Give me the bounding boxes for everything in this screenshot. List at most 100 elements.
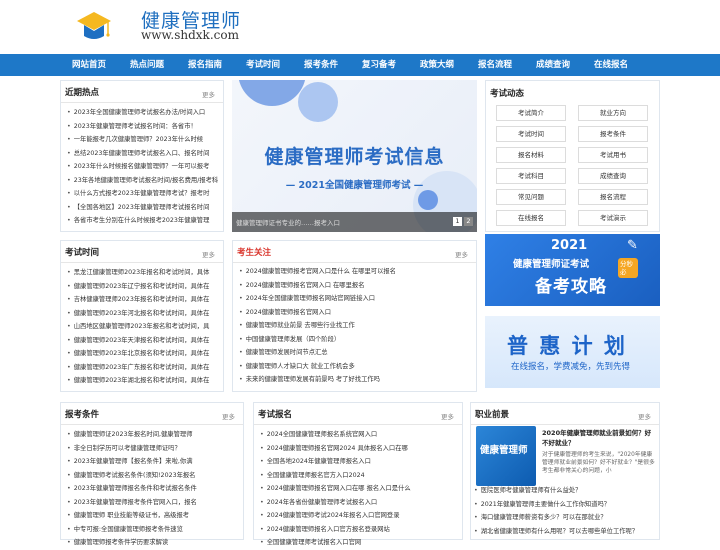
- list-item[interactable]: 健康管理师考试报名条件(须知!2023年报名: [67, 469, 239, 483]
- dynamics-button[interactable]: 考试简介: [496, 105, 566, 121]
- list-item[interactable]: 2023年健康管理师考试报名时间：各省市！: [67, 120, 219, 134]
- list-item[interactable]: 以什么方式报考2023年健康管理师考试？报考时: [67, 187, 219, 201]
- dynamics-button[interactable]: 就业方向: [578, 105, 648, 121]
- list-item[interactable]: 2024年各省份健康管理师考试报名入口: [260, 496, 458, 510]
- more-link[interactable]: 更多: [202, 89, 215, 99]
- list-item[interactable]: 健康管理师2023年辽宁报名和考试时间，具体在: [67, 280, 219, 294]
- list-item[interactable]: 健康管理师2023年天津报名和考试时间，具体在: [67, 334, 219, 348]
- list-item[interactable]: 23年各地健康管理师考试报名时间/报名费用/报考科: [67, 174, 219, 188]
- benefit-plan-promo[interactable]: 普 惠 计 划 在线报名，学费减免，先到先得: [485, 316, 660, 388]
- dynamics-button[interactable]: 考试演示: [578, 210, 648, 226]
- list-item[interactable]: 2024健康管理师考试2024年报名入口官网登录: [260, 509, 458, 523]
- dynamics-button[interactable]: 报名流程: [578, 189, 648, 205]
- list-item[interactable]: 海口健康管理师薪资有多少？可以在那就业？: [474, 511, 656, 525]
- promo-subtitle: 在线报名，学费减免，先到先得: [511, 362, 631, 372]
- conditions-panel: 报考条件 更多 健康管理师证2023年报名时间,健康管理师非全日制学历可以考健康…: [60, 402, 244, 546]
- list-item[interactable]: 未来的健康管理师发展有前景吗 考了好找工作吗: [239, 373, 472, 387]
- panel-header: 近期热点 更多: [61, 81, 223, 103]
- dynamics-button[interactable]: 报名材料: [496, 147, 566, 163]
- list-item[interactable]: 2024健康管理师报考官网入口是什么 在哪里可以报名: [239, 265, 472, 279]
- dynamics-button[interactable]: 考试时间: [496, 126, 566, 142]
- panel-header: 考试时间 更多: [61, 241, 223, 263]
- list-item[interactable]: 2024健康管理师报名官网入口 在哪里报名: [239, 279, 472, 293]
- dynamics-button[interactable]: 报考条件: [578, 126, 648, 142]
- list-item[interactable]: 全国各地2024年健康管理师报名入口: [260, 455, 458, 469]
- list-item[interactable]: 各省市考生分别在什么时候报考2023年健康管理: [67, 214, 219, 228]
- list-item[interactable]: 非全日制学历可以考健康管理师证吗？: [67, 442, 239, 456]
- career-feature-title[interactable]: 2020年健康管理师就业前景如何？好不好就业？: [542, 428, 656, 448]
- nav-link-3[interactable]: 报名指南: [188, 54, 222, 76]
- list-item[interactable]: 健康管理师 职业技能等级证书，高级报考: [67, 509, 239, 523]
- more-link[interactable]: 更多: [202, 249, 215, 259]
- feature-image-label: 健康管理师: [480, 445, 528, 456]
- nav-link-2[interactable]: 热点问题: [130, 54, 164, 76]
- list-item[interactable]: 健康管理师人才缺口大 就业工作机会多: [239, 360, 472, 374]
- nav-link-5[interactable]: 报考条件: [304, 54, 338, 76]
- list-item[interactable]: 全国健康管理师考试报名入口官网: [260, 536, 458, 550]
- list-item[interactable]: 中国健康管理师发展（四个阶段）: [239, 333, 472, 347]
- list-item[interactable]: 2023年健康管理师报考条件官网入口，报名: [67, 496, 239, 510]
- panel-header: 考试报名 更多: [254, 403, 462, 425]
- study-guide-promo[interactable]: 2021 健康管理师证考试 备考攻略 分秒必 ✎: [485, 234, 660, 306]
- nav-link-8[interactable]: 报名流程: [478, 54, 512, 76]
- list-item[interactable]: 健康管理师证2023年报名时间,健康管理师: [67, 428, 239, 442]
- list-item[interactable]: 2021年健康管理师主要做什么工作你知道吗？: [474, 498, 656, 512]
- career-feature-image[interactable]: 健康管理师: [476, 426, 536, 486]
- nav-link-10[interactable]: 在线报名: [594, 54, 628, 76]
- list-item[interactable]: 健康管理师2023年湖北报名和考试时间，具体在: [67, 374, 219, 388]
- list-item[interactable]: 2024健康管理师报名入口官方报名登录网站: [260, 523, 458, 537]
- list-item[interactable]: 2024健康管理师报名官网2024 具体报名入口在哪: [260, 442, 458, 456]
- list-item[interactable]: 山西地区健康管理师2023年报名和考试时间，具: [67, 320, 219, 334]
- list-item[interactable]: 健康管理师2023年北京报名和考试时间，具体在: [67, 347, 219, 361]
- nav-link-6[interactable]: 复习备考: [362, 54, 396, 76]
- more-link[interactable]: 更多: [441, 411, 454, 421]
- dynamics-button[interactable]: 考试科目: [496, 168, 566, 184]
- list-item[interactable]: 医院医师考健康管理师有什么益处？: [474, 484, 656, 498]
- graduation-cap-icon[interactable]: [76, 10, 112, 44]
- list-item[interactable]: 吉林健康管理师2023年报名和考试时间，具体在: [67, 293, 219, 307]
- list-item[interactable]: 健康管理师报考条件学历要求解读: [67, 536, 239, 550]
- registration-panel: 考试报名 更多 2024全国健康管理师报名系统官网入口2024健康管理师报名官网…: [253, 402, 463, 546]
- list-item[interactable]: 2023年什么时候报名健康管理师？一年可以报考: [67, 160, 219, 174]
- dynamics-button[interactable]: 成绩查询: [578, 168, 648, 184]
- list-item[interactable]: 2024全国健康管理师报名系统官网入口: [260, 428, 458, 442]
- nav-link-1[interactable]: 网站首页: [72, 54, 106, 76]
- list-item[interactable]: 总结2023年健康管理师考试报名入口、报名时间: [67, 147, 219, 161]
- nav-link-7[interactable]: 政策大纲: [420, 54, 454, 76]
- list-item[interactable]: 湖北省健康管理师有什么用呢？可以去哪些单位工作呢？: [474, 525, 656, 539]
- list-item[interactable]: 健康管理师发展时间节点汇总: [239, 346, 472, 360]
- banner-caption[interactable]: 健康管理师证书专业的……报考入口: [236, 217, 340, 227]
- list-item[interactable]: 2024健康管理师报名官网入口: [239, 306, 472, 320]
- dynamics-button[interactable]: 考试用书: [578, 147, 648, 163]
- site-header: 健康管理师 www.shdxk.com: [0, 0, 720, 54]
- dynamics-button[interactable]: 常见问题: [496, 189, 566, 205]
- list-item[interactable]: 2024健康管理师报名官网入口在哪 报名入口是什么: [260, 482, 458, 496]
- slide-dot-2[interactable]: 2: [464, 217, 473, 226]
- list-item[interactable]: 健康管理师2023年广东报名和考试时间，具体在: [67, 361, 219, 375]
- more-link[interactable]: 更多: [455, 249, 468, 259]
- list-item[interactable]: 2023年健康管理师报名条件和考试报名条件: [67, 482, 239, 496]
- list-item[interactable]: 黑龙江健康管理师2023年报名和考试时间，具体: [67, 266, 219, 280]
- dynamics-button[interactable]: 在线报名: [496, 210, 566, 226]
- panel-title: 考试动态: [490, 89, 525, 99]
- list-item[interactable]: 中专可报:全国健康管理师报考条件速览: [67, 523, 239, 537]
- list-item[interactable]: 一年能报考几次健康管理师？2023年什么时候: [67, 133, 219, 147]
- slide-dot-1[interactable]: 1: [453, 217, 462, 226]
- list-item[interactable]: 2023年健康管理师【报名条件】来啦,你满: [67, 455, 239, 469]
- panel-title: 近期热点: [65, 88, 100, 98]
- list-item[interactable]: 健康管理师就业前景 去哪些行业找工作: [239, 319, 472, 333]
- career-feature-text: 对于健康管理师的考生来说，"2020年健康管理师就业前景如何？好不好就业？"是很…: [542, 452, 655, 474]
- promo-line-1: 健康管理师证考试: [513, 259, 590, 270]
- list-item[interactable]: 【全国各地区】2023年健康管理师考试报名时间: [67, 201, 219, 215]
- panel-title: 报考条件: [65, 410, 100, 420]
- list-item[interactable]: 2024年全国健康管理师报名网站官网链接入口: [239, 292, 472, 306]
- list-item[interactable]: 健康管理师2023年河北报名和考试时间，具体在: [67, 307, 219, 321]
- list-item[interactable]: 全国健康管理师报名官方入口2024: [260, 469, 458, 483]
- hero-banner[interactable]: 健康管理师考试信息 — 2021全国健康管理师考试 — 健康管理师证书专业的………: [232, 80, 477, 232]
- banner-caption-bar: 健康管理师证书专业的……报考入口 1 2: [232, 212, 477, 232]
- list-item[interactable]: 2023年全国健康管理师考试报名办法/时间入口: [67, 106, 219, 120]
- more-link[interactable]: 更多: [638, 411, 651, 421]
- more-link[interactable]: 更多: [222, 411, 235, 421]
- nav-link-4[interactable]: 考试时间: [246, 54, 280, 76]
- nav-link-9[interactable]: 成绩查询: [536, 54, 570, 76]
